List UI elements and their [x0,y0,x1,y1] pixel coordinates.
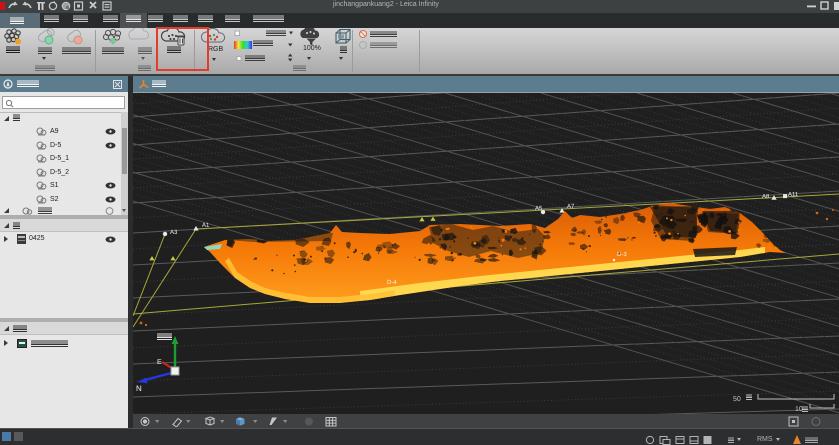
svg-text:A11: A11 [788,191,799,198]
svg-text:D-3: D-3 [617,251,627,258]
svg-text:A7: A7 [567,203,575,210]
svg-text:A1: A1 [202,222,210,229]
svg-text:E: E [157,359,162,366]
svg-text:A8: A8 [762,193,770,200]
svg-text:50: 50 [733,396,741,403]
svg-text:N: N [136,384,142,393]
svg-text:A3: A3 [170,229,178,236]
svg-text:D-4: D-4 [387,279,397,286]
svg-text:A5: A5 [535,205,543,212]
